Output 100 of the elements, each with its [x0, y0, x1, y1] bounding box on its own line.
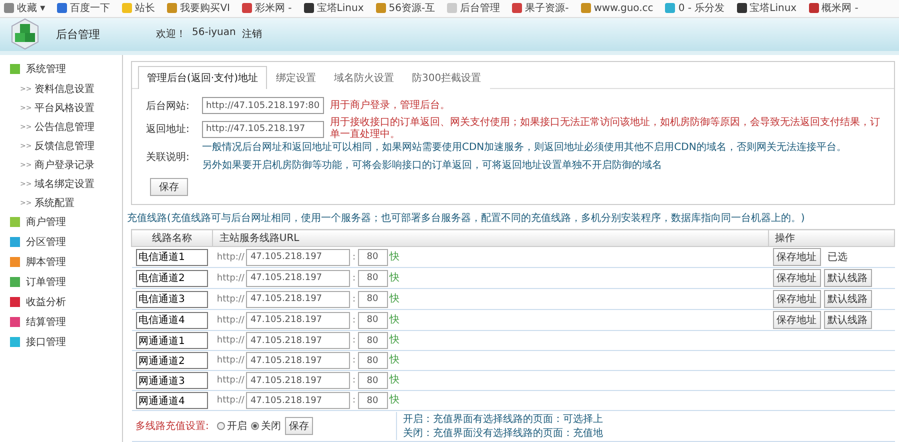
port-field[interactable]: 80	[358, 312, 388, 328]
speed-text: 快	[390, 334, 400, 346]
url-prefix: http://	[216, 252, 244, 262]
host-field[interactable]: 47.105.218.197	[246, 312, 350, 328]
action-button[interactable]: 默认线路	[824, 311, 872, 329]
column-header: 线路名称	[132, 230, 213, 246]
sidebar-item[interactable]: 结算管理	[10, 312, 122, 332]
speed-text: 快	[390, 354, 400, 366]
port-field[interactable]: 80	[358, 332, 388, 349]
speed-text: 快	[390, 251, 400, 262]
url-prefix: http://	[216, 315, 244, 325]
sidebar-item[interactable]: 收益分析	[10, 292, 122, 312]
save-button[interactable]: 保存	[150, 178, 188, 196]
port-separator: :	[352, 336, 356, 346]
port-separator: :	[352, 356, 356, 366]
bookmark-link[interactable]: www.guo.cc	[580, 2, 654, 14]
url-prefix: http://	[216, 376, 244, 386]
bookmark-link[interactable]: 站长	[122, 1, 156, 16]
column-header: 主站服务线路URL	[212, 230, 768, 246]
bookmark-link[interactable]: 宝塔Linux	[304, 1, 364, 16]
lines-note: 充值线路(充值线路可与后台网址相同，使用一个服务器；也可部署多台服务器，配置不同的充值线路，多机分别安装程序，数据库指向同一台机器上的。)	[127, 212, 806, 226]
host-field[interactable]: 47.105.218.197	[246, 270, 350, 286]
port-field[interactable]: 80	[358, 392, 388, 409]
speed-text: 快	[390, 293, 400, 304]
port-separator: :	[352, 396, 356, 406]
sidebar-item[interactable]: 订单管理	[10, 272, 122, 292]
line-name-field[interactable]: 电信通道1	[136, 248, 208, 266]
bookmark-link[interactable]: 后台管理	[447, 1, 500, 16]
radio-button[interactable]	[216, 422, 225, 430]
speed-text: 快	[390, 314, 400, 325]
port-field[interactable]: 80	[358, 248, 388, 266]
action-button[interactable]: 保存地址	[772, 311, 820, 329]
tab[interactable]: 管理后台(返回·支付)地址	[138, 66, 267, 89]
sidebar-item[interactable]: 分区管理	[10, 232, 122, 252]
field-label: 后台网站:	[146, 100, 190, 112]
sidebar-item[interactable]: 系统管理	[10, 59, 122, 79]
sidebar-item[interactable]: 脚本管理	[10, 252, 122, 272]
url-prefix: http://	[216, 294, 244, 304]
sidebar-item[interactable]: 商户管理	[10, 212, 122, 232]
line-name-field[interactable]: 网通通道2	[136, 352, 208, 369]
setting-label: 多线路充值设置:	[136, 421, 209, 432]
port-field[interactable]: 80	[358, 372, 388, 389]
bookmark-link[interactable]: 0 - 乐分发	[665, 1, 725, 16]
line-name-field[interactable]: 电信通道3	[136, 290, 208, 308]
line-name-field[interactable]: 网通通道3	[136, 372, 208, 389]
radio-button[interactable]	[250, 422, 259, 430]
url-prefix: http://	[216, 336, 244, 346]
logout-link[interactable]: 注销	[242, 27, 262, 42]
bookmark-link[interactable]: 56资源-互	[376, 1, 436, 16]
port-separator: :	[352, 376, 356, 386]
welcome-text: 欢迎！	[156, 28, 186, 42]
url-prefix: http://	[216, 396, 244, 406]
line-name-field[interactable]: 电信通道2	[136, 270, 208, 286]
action-button[interactable]: 默认线路	[824, 290, 872, 308]
column-header: 操作	[768, 230, 894, 246]
line-name-field[interactable]: 网通通道1	[136, 332, 208, 349]
port-separator: :	[352, 273, 356, 283]
line-name-field[interactable]: 电信通道4	[136, 312, 208, 328]
port-separator: :	[352, 294, 356, 304]
field-note: 用于商户登录，管理后台。	[330, 100, 450, 112]
radio-label: 开启	[226, 420, 247, 433]
action-button[interactable]: 保存地址	[772, 269, 820, 287]
save-button[interactable]: 保存	[284, 417, 313, 435]
app-title: 后台管理	[56, 26, 100, 42]
host-field[interactable]: 47.105.218.197	[246, 392, 350, 409]
action-button[interactable]: 保存地址	[772, 290, 820, 308]
host-field[interactable]: 47.105.218.197	[246, 332, 350, 349]
host-field[interactable]: 47.105.218.197	[246, 372, 350, 389]
bookmark-link[interactable]: 果子资源-	[512, 1, 569, 16]
action-button[interactable]: 保存地址	[772, 248, 820, 266]
bookmark-link[interactable]: 我要购买VI	[167, 1, 230, 16]
host-field[interactable]: 47.105.218.197	[246, 248, 350, 266]
port-field[interactable]: 80	[358, 352, 388, 369]
field-note: 用于接收接口的订单返回、网关支付使用；如果接口无法正常访问该地址，如机房防御等原因，会导致无法返回支付结果，订单一直处理中。	[330, 117, 881, 141]
url-field[interactable]: http://47.105.218.197	[202, 120, 324, 138]
bookmark-link[interactable]: 百度一下	[57, 1, 110, 16]
url-field[interactable]: http://47.105.218.197:80	[202, 97, 324, 114]
port-separator: :	[352, 315, 356, 325]
bookmark-link[interactable]: 宝塔Linux	[736, 1, 797, 16]
url-prefix: http://	[216, 356, 244, 366]
host-field[interactable]: 47.105.218.197	[246, 290, 350, 308]
bookmark-link[interactable]: 彩米网 -	[242, 1, 292, 16]
bookmark-link[interactable]: 概米网 -	[808, 1, 858, 16]
speed-text: 快	[390, 272, 400, 283]
action-button[interactable]: 默认线路	[824, 269, 872, 287]
user-name: 56-iyuan	[192, 27, 236, 40]
port-field[interactable]: 80	[358, 270, 388, 286]
bookmark-link[interactable]: 收藏 ▾	[4, 1, 46, 16]
host-field[interactable]: 47.105.218.197	[246, 352, 350, 369]
port-separator: :	[352, 252, 356, 262]
speed-text: 快	[390, 374, 400, 386]
setting-note: 关闭：充值界面没有选择线路的页面：充值地	[402, 426, 603, 440]
speed-text: 快	[390, 394, 400, 406]
radio-label: 关闭	[260, 420, 281, 433]
sidebar-item[interactable]: 接口管理	[10, 332, 122, 352]
port-field[interactable]: 80	[358, 290, 388, 308]
line-name-field[interactable]: 网通通道4	[136, 392, 208, 409]
explanation-text: 一般情况后台网址和返回地址可以相同，如果网站需要使用CDN加速服务，则返回地址必须使用其他不启用CDN的域名，否则网关无法连接平台。	[202, 142, 846, 154]
field-label: 关联说明:	[146, 150, 190, 164]
setting-note: 开启：充值界面有选择线路的页面：可选择上	[402, 412, 603, 426]
